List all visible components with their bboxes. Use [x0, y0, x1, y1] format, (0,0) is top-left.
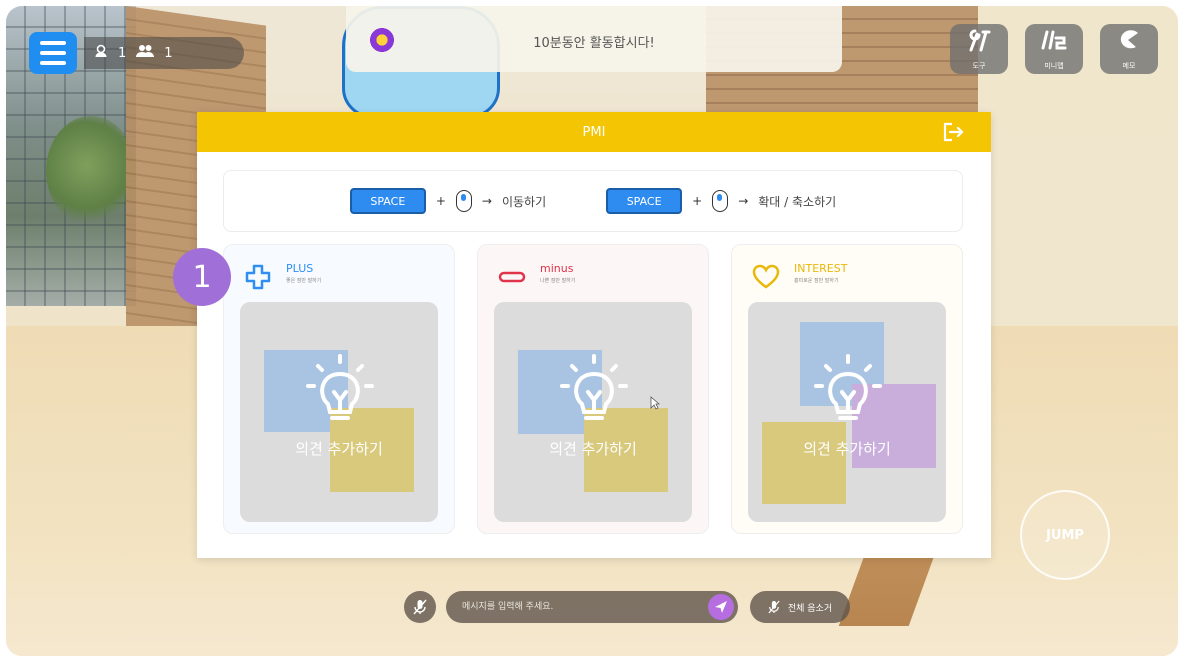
tools-label: 도구	[972, 61, 986, 70]
move-instruction: 이동하기	[501, 194, 547, 209]
group-icon	[136, 44, 155, 62]
memo-button[interactable]: 메모	[1100, 24, 1158, 74]
card-header: minus 나쁜 점만 말하기	[498, 263, 575, 291]
tree	[46, 116, 136, 226]
add-opinion-label: 의견 추가하기	[803, 440, 891, 458]
mic-off-icon	[768, 600, 780, 614]
card-title: PLUS	[286, 262, 314, 275]
card-title: INTEREST	[794, 262, 848, 275]
plus-icon	[244, 263, 272, 291]
sticky-note	[762, 422, 846, 504]
participant-counter: 1 1	[84, 37, 244, 69]
card-subtitle: 흥미로운 점만 말하기	[794, 278, 839, 284]
arrow-sign: →	[738, 194, 749, 208]
card-subtitle: 나쁜 점만 말하기	[540, 278, 576, 284]
interest-card: INTEREST 흥미로운 점만 말하기 의견 추가하기	[731, 244, 963, 534]
activity-notice: 10분동안 활동합시다!	[346, 6, 842, 72]
plus-card: PLUS 좋은 점만 말하기 의견 추가하기	[223, 244, 455, 534]
step-badge: 1	[173, 248, 231, 306]
add-opinion-label: 의견 추가하기	[549, 440, 637, 458]
card-header: INTEREST 흥미로운 점만 말하기	[752, 263, 847, 291]
card-subtitle: 좋은 점만 말하기	[286, 278, 322, 284]
modal-header: PMI	[197, 112, 991, 152]
minimap-icon	[1040, 28, 1068, 58]
card-header: PLUS 좋은 점만 말하기	[244, 263, 321, 291]
heart-icon	[752, 263, 780, 291]
plus-sign: +	[692, 194, 703, 208]
notice-text: 10분동안 활동합시다!	[533, 36, 655, 51]
mic-off-icon	[413, 599, 427, 615]
cursor-icon	[650, 396, 660, 410]
zoom-instruction: 확대 / 축소하기	[758, 194, 837, 209]
card-title: minus	[540, 262, 574, 275]
chat-bar	[446, 591, 738, 623]
space-key-2: SPACE	[606, 188, 683, 214]
minus-card: minus 나쁜 점만 말하기 의견 추가하기	[477, 244, 709, 534]
jump-button[interactable]: JUMP	[1020, 490, 1110, 580]
hamburger-icon	[40, 41, 66, 45]
mute-all-button[interactable]: 전체 음소거	[750, 591, 850, 623]
mouse-click-icon	[455, 190, 472, 212]
chat-input[interactable]	[462, 591, 692, 623]
minimap-button[interactable]: 미니맵	[1025, 24, 1083, 74]
lightbulb-icon	[306, 354, 374, 420]
plus-sign: +	[435, 194, 446, 208]
tools-button[interactable]: 도구	[950, 24, 1008, 74]
send-icon	[715, 601, 727, 613]
tools-icon	[966, 28, 992, 58]
space-key-1: SPACE	[349, 188, 426, 214]
mouse-scroll-icon	[712, 190, 729, 212]
menu-button[interactable]	[29, 32, 77, 74]
minimap-label: 미니맵	[1044, 61, 1064, 70]
add-opinion-area[interactable]: 의견 추가하기	[240, 302, 438, 522]
send-button[interactable]	[708, 594, 734, 620]
group-count: 1	[164, 45, 173, 61]
pmi-modal: PMI SPACE + → 이동하기 SPACE + → 확대 / 축소하기 P…	[197, 112, 991, 558]
lightbulb-icon	[560, 354, 628, 420]
mute-all-label: 전체 음소거	[787, 603, 833, 614]
user-icon	[94, 44, 108, 62]
modal-title: PMI	[582, 124, 606, 140]
lightbulb-icon	[814, 354, 882, 420]
memo-icon	[1116, 28, 1142, 58]
add-opinion-area[interactable]: 의견 추가하기	[748, 302, 946, 522]
arrow-sign: →	[481, 194, 492, 208]
user-count: 1	[118, 45, 127, 61]
minus-icon	[498, 263, 526, 291]
add-opinion-area[interactable]: 의견 추가하기	[494, 302, 692, 522]
controls-instructions: SPACE + → 이동하기 SPACE + → 확대 / 축소하기	[223, 170, 963, 232]
memo-label: 메모	[1122, 61, 1136, 70]
exit-icon[interactable]	[943, 122, 965, 142]
mic-toggle-button[interactable]	[404, 591, 436, 623]
add-opinion-label: 의견 추가하기	[295, 440, 383, 458]
